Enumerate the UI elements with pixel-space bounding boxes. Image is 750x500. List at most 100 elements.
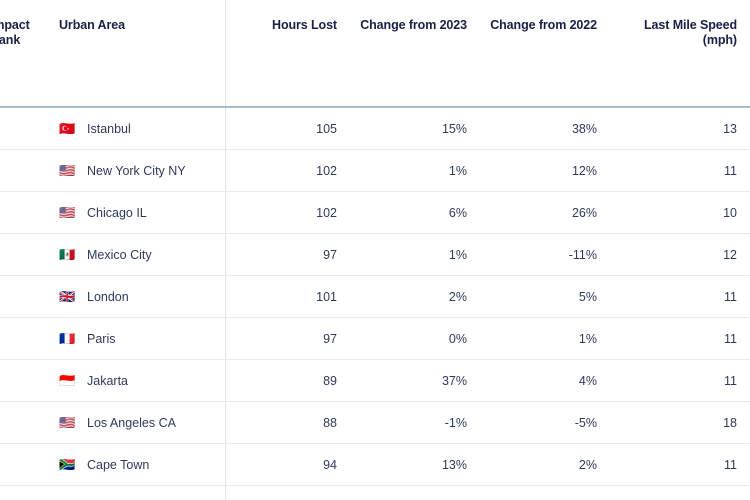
cell-urban-area: 🇫🇷 Paris [26,318,225,360]
cell-urban-area: 🇹🇷 Istanbul [26,107,225,150]
cell-hours-lost: 94 [225,444,350,486]
urban-area-label: New York City NY [87,164,186,178]
cell-last-mile-speed: 18 [610,402,750,444]
cell-change-from-2022: 38% [480,107,610,150]
cell-urban-area: 🇿🇦 Cape Town [26,444,225,486]
cell-change-from-2022: 12% [480,150,610,192]
column-header-change-from-2022[interactable]: Change from 2022 [480,0,610,107]
cell-change-from-2023: 15% [350,107,480,150]
cell-change-from-2023: 37% [350,360,480,402]
table-row[interactable]: 7 🇮🇩 Jakarta 8937%4%11 [0,360,750,402]
table-body: 1🇹🇷Istanbul10515%38%132🇺🇸New York City N… [0,107,750,500]
flag-france-icon: 🇫🇷 [59,332,77,345]
cell-change-from-2023: 13% [350,444,480,486]
cell-impact-rank: 5 [0,276,26,318]
cell-hours-lost: 101 [225,276,350,318]
column-header-urban-area[interactable]: Urban Area [26,0,225,107]
table-row[interactable]: 10🇦🇺Brisbane8414%9%17 [0,486,750,500]
cell-urban-area: 🇦🇺Brisbane [26,486,225,500]
cell-last-mile-speed: 11 [610,276,750,318]
cell-change-from-2022: 5% [480,276,610,318]
table-row[interactable]: 9 🇿🇦 Cape Town 9413%2%11 [0,444,750,486]
cell-urban-area: 🇺🇸 Chicago IL [26,192,225,234]
congestion-impact-table: Impact Rank Urban Area Hours Lost Change… [0,0,750,500]
cell-impact-rank: 6 [0,318,26,360]
column-header-change-from-2023[interactable]: Change from 2023 [350,0,480,107]
cell-change-from-2022: 1% [480,318,610,360]
cell-hours-lost: 102 [225,192,350,234]
cell-urban-area: 🇺🇸 Los Angeles CA [26,402,225,444]
cell-impact-rank: 7 [0,360,26,402]
cell-change-from-2023: 14% [350,486,480,500]
urban-area-label: Cape Town [87,458,149,472]
cell-last-mile-speed: 12 [610,234,750,276]
table-row[interactable]: 5 🇬🇧 London 1012%5%11 [0,276,750,318]
cell-change-from-2023: 1% [350,150,480,192]
cell-hours-lost: 97 [225,318,350,360]
flag-united-kingdom-icon: 🇬🇧 [59,290,77,303]
cell-last-mile-speed: 11 [610,444,750,486]
cell-impact-rank: 8 [0,402,26,444]
cell-impact-rank: 2 [0,150,26,192]
cell-change-from-2023: 1% [350,234,480,276]
column-header-last-mile-speed[interactable]: Last Mile Speed (mph) [610,0,750,107]
cell-change-from-2022: 9% [480,486,610,500]
flag-mexico-icon: 🇲🇽 [59,248,77,261]
cell-impact-rank: 3 [0,192,26,234]
cell-last-mile-speed: 11 [610,360,750,402]
cell-change-from-2022: -5% [480,402,610,444]
table-scroll-viewport[interactable]: Impact Rank Urban Area Hours Lost Change… [0,0,750,500]
table-row[interactable]: 4 🇲🇽 Mexico City 971%-11%12 [0,234,750,276]
cell-urban-area: 🇮🇩 Jakarta [26,360,225,402]
urban-area-label: London [87,290,129,304]
cell-hours-lost: 88 [225,402,350,444]
cell-change-from-2022: 26% [480,192,610,234]
cell-change-from-2023: 6% [350,192,480,234]
flag-turkey-icon: 🇹🇷 [59,122,77,135]
flag-united-states-icon: 🇺🇸 [59,416,77,429]
cell-urban-area: 🇲🇽 Mexico City [26,234,225,276]
urban-area-label: Los Angeles CA [87,416,176,430]
cell-impact-rank: 1 [0,107,26,150]
cell-change-from-2022: 2% [480,444,610,486]
cell-urban-area: 🇬🇧 London [26,276,225,318]
table-row[interactable]: 1 🇹🇷 Istanbul 10515%38%13 [0,107,750,150]
table-row[interactable]: 2 🇺🇸 New York City NY 1021%12%11 [0,150,750,192]
cell-impact-rank: 4 [0,234,26,276]
cell-last-mile-speed: 17 [610,486,750,500]
cell-change-from-2023: -1% [350,402,480,444]
column-header-hours-lost[interactable]: Hours Lost [225,0,350,107]
table-scroll-content: Impact Rank Urban Area Hours Lost Change… [0,0,750,500]
table-row[interactable]: 6 🇫🇷 Paris 970%1%11 [0,318,750,360]
cell-urban-area: 🇺🇸 New York City NY [26,150,225,192]
cell-change-from-2023: 2% [350,276,480,318]
cell-impact-rank: 9 [0,444,26,486]
flag-united-states-icon: 🇺🇸 [59,164,77,177]
cell-hours-lost: 105 [225,107,350,150]
cell-hours-lost: 102 [225,150,350,192]
cell-last-mile-speed: 11 [610,318,750,360]
urban-area-label: Jakarta [87,374,128,388]
cell-change-from-2022: -11% [480,234,610,276]
urban-area-label: Paris [87,332,115,346]
table-row[interactable]: 8 🇺🇸 Los Angeles CA 88-1%-5%18 [0,402,750,444]
table-header-row: Impact Rank Urban Area Hours Lost Change… [0,0,750,107]
table-header: Impact Rank Urban Area Hours Lost Change… [0,0,750,107]
urban-area-label: Istanbul [87,122,131,136]
flag-indonesia-icon: 🇮🇩 [59,374,77,387]
cell-change-from-2022: 4% [480,360,610,402]
cell-last-mile-speed: 13 [610,107,750,150]
cell-hours-lost: 97 [225,234,350,276]
cell-change-from-2023: 0% [350,318,480,360]
flag-south-africa-icon: 🇿🇦 [59,458,77,471]
flag-united-states-icon: 🇺🇸 [59,206,77,219]
column-header-impact-rank[interactable]: Impact Rank [0,0,26,107]
cell-hours-lost: 84 [225,486,350,500]
urban-area-label: Chicago IL [87,206,147,220]
table-row[interactable]: 3 🇺🇸 Chicago IL 1026%26%10 [0,192,750,234]
cell-last-mile-speed: 10 [610,192,750,234]
cell-last-mile-speed: 11 [610,150,750,192]
urban-area-label: Mexico City [87,248,152,262]
cell-hours-lost: 89 [225,360,350,402]
cell-impact-rank: 10 [0,486,26,500]
